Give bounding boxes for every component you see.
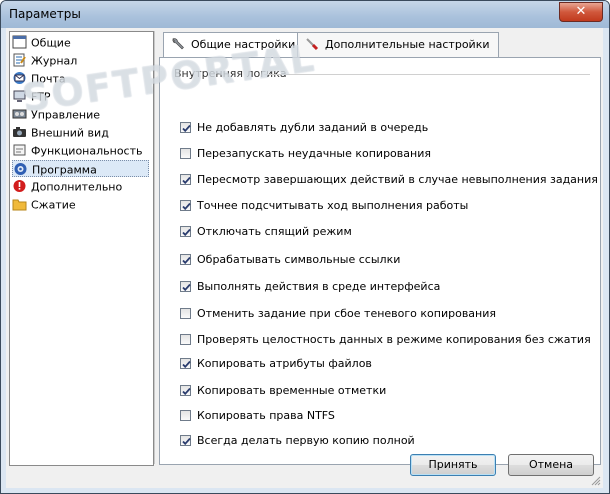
- dialog-client: Общие Журнал Почта FTP Управление Внешни…: [6, 28, 603, 488]
- checkmark-icon: [182, 256, 191, 264]
- option-label: Выполнять действия в среде интерфейса: [197, 280, 441, 293]
- category-tree: Общие Журнал Почта FTP Управление Внешни…: [9, 31, 154, 466]
- checkbox-checked[interactable]: [180, 280, 191, 292]
- option-row[interactable]: Пересмотр завершающих действий в случае …: [180, 172, 598, 188]
- mail-icon: [13, 72, 26, 84]
- checkmark-icon: [182, 176, 191, 184]
- tree-item-general[interactable]: Общие: [12, 34, 149, 51]
- checkbox-checked[interactable]: [180, 199, 191, 211]
- option-label: Копировать атрибуты файлов: [197, 357, 372, 370]
- checkbox-checked[interactable]: [180, 225, 191, 237]
- program-gear-icon: [14, 163, 27, 175]
- tree-item-appearance[interactable]: Внешний вид: [12, 124, 149, 141]
- folder-icon: [12, 199, 27, 211]
- tree-item-control[interactable]: Управление: [12, 106, 149, 123]
- option-row[interactable]: Всегда делать первую копию полной: [180, 433, 415, 449]
- option-label: Копировать права NTFS: [197, 409, 335, 422]
- screwdriver-icon: [306, 38, 319, 51]
- checkbox-checked[interactable]: [180, 121, 191, 133]
- option-row[interactable]: Копировать атрибуты файлов: [180, 356, 372, 372]
- option-label: Отменить задание при сбое теневого копир…: [197, 307, 497, 320]
- checkmark-icon: [182, 360, 191, 368]
- option-label: Обрабатывать символьные ссылки: [197, 253, 401, 266]
- checkmark-icon: [182, 124, 191, 132]
- close-icon: ✕: [575, 4, 587, 19]
- tab-advanced-settings[interactable]: Дополнительные настройки: [297, 32, 499, 57]
- checkbox-checked[interactable]: [180, 434, 191, 446]
- tab-general-settings[interactable]: Общие настройки: [163, 32, 305, 58]
- tree-item-advanced[interactable]: Дополнительно: [12, 178, 149, 195]
- option-row[interactable]: Не добавлять дубли заданий в очередь: [180, 120, 428, 136]
- option-label: Перезапускать неудачные копирования: [197, 147, 431, 160]
- ok-button[interactable]: Принять: [410, 454, 496, 476]
- function-icon: [13, 144, 26, 156]
- splitter[interactable]: [154, 31, 155, 464]
- ftp-icon: [13, 90, 26, 102]
- close-button[interactable]: ✕: [559, 2, 603, 22]
- option-row[interactable]: Перезапускать неудачные копирования: [180, 146, 431, 162]
- title-bar[interactable]: Параметры ✕: [1, 1, 609, 28]
- alert-icon: [13, 180, 26, 192]
- option-row[interactable]: Проверять целостность данных в режиме ко…: [180, 332, 591, 348]
- option-label: Всегда делать первую копию полной: [197, 434, 415, 447]
- checkbox-unchecked[interactable]: [180, 307, 191, 319]
- cancel-button[interactable]: Отмена: [508, 454, 594, 476]
- camera-icon: [13, 127, 26, 137]
- tree-item-functionality[interactable]: Функциональность: [12, 142, 149, 159]
- option-row[interactable]: Отменить задание при сбое теневого копир…: [180, 306, 496, 322]
- checkbox-checked[interactable]: [180, 357, 191, 369]
- control-icon: [12, 109, 27, 119]
- tab-strip: Общие настройки Дополнительные настройки: [159, 32, 599, 58]
- checkmark-icon: [182, 228, 191, 236]
- checkmark-icon: [182, 202, 191, 210]
- option-row[interactable]: Отключать спящий режим: [180, 224, 352, 240]
- tree-item-mail[interactable]: Почта: [12, 70, 149, 87]
- option-row[interactable]: Обрабатывать символьные ссылки: [180, 252, 400, 268]
- option-label: Пересмотр завершающих действий в случае …: [197, 173, 598, 186]
- settings-panel: Внутренняя логика Не добавлять дубли зад…: [159, 57, 601, 465]
- checkbox-checked[interactable]: [180, 384, 191, 396]
- checkbox-unchecked[interactable]: [180, 147, 191, 159]
- tree-item-compression[interactable]: Сжатие: [12, 196, 149, 213]
- resize-grip-icon[interactable]: [591, 476, 601, 486]
- tree-item-program[interactable]: Программа: [12, 160, 149, 177]
- option-row[interactable]: Копировать временные отметки: [180, 383, 386, 399]
- checkmark-icon: [182, 437, 191, 445]
- option-label: Точнее подсчитывать ход выполнения работ…: [197, 199, 469, 212]
- option-row[interactable]: Копировать права NTFS: [180, 408, 335, 424]
- option-label: Отключать спящий режим: [197, 225, 352, 238]
- checkbox-checked[interactable]: [180, 253, 191, 265]
- checkbox-unchecked[interactable]: [180, 409, 191, 421]
- checkbox-checked[interactable]: [180, 173, 191, 185]
- journal-icon: [13, 53, 26, 67]
- tree-item-ftp[interactable]: FTP: [12, 88, 149, 105]
- option-row[interactable]: Выполнять действия в среде интерфейса: [180, 279, 440, 295]
- wrench-icon: [172, 37, 184, 50]
- option-label: Не добавлять дубли заданий в очередь: [197, 121, 429, 134]
- checkbox-unchecked[interactable]: [180, 333, 191, 345]
- window-title: Параметры: [9, 7, 81, 21]
- tree-item-journal[interactable]: Журнал: [12, 52, 149, 69]
- option-row[interactable]: Точнее подсчитывать ход выполнения работ…: [180, 198, 468, 214]
- option-label: Проверять целостность данных в режиме ко…: [197, 333, 591, 346]
- checkmark-icon: [182, 283, 191, 291]
- group-divider: [264, 74, 590, 75]
- settings-window: Параметры ✕ Общие Журнал Почта FTP Управ…: [0, 0, 610, 494]
- option-label: Копировать временные отметки: [197, 384, 387, 397]
- checkmark-icon: [182, 387, 191, 395]
- window-icon: [12, 35, 27, 49]
